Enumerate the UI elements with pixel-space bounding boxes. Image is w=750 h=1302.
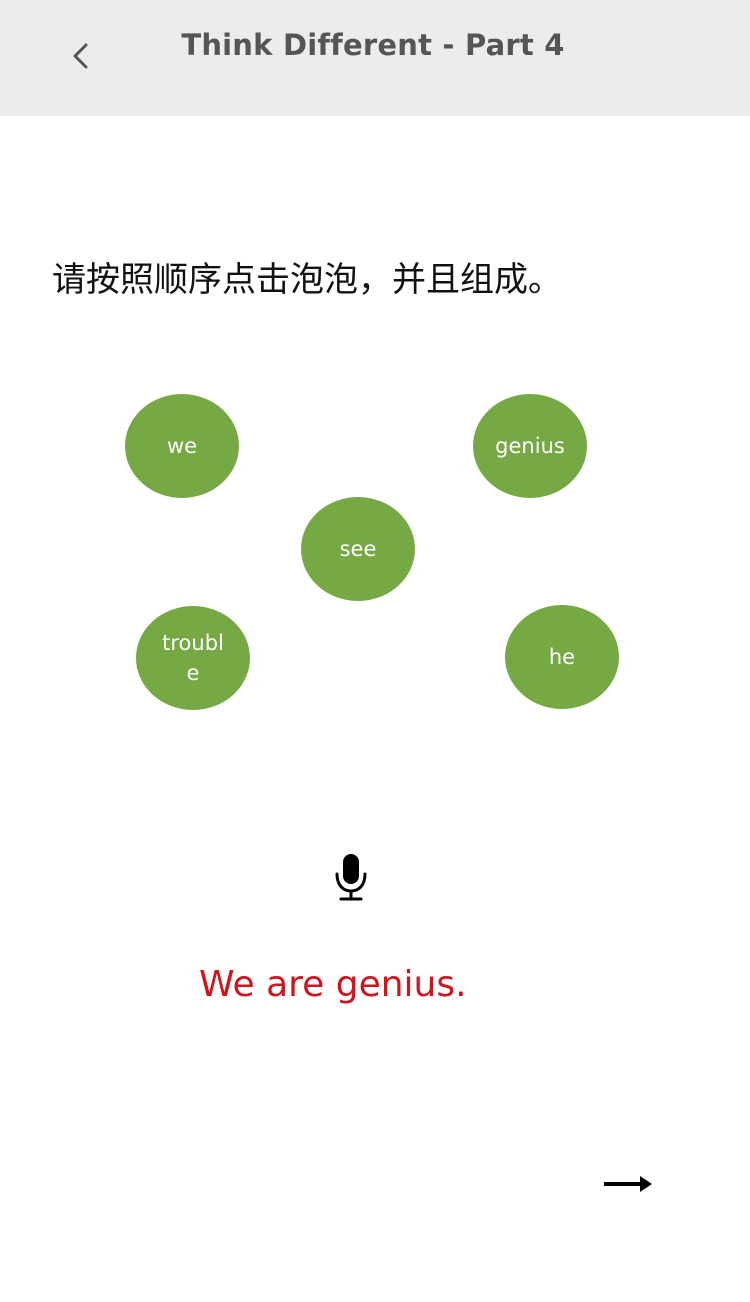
microphone-button[interactable]	[331, 852, 371, 904]
word-bubble-we[interactable]: we	[125, 394, 239, 498]
bubble-label: he	[548, 645, 576, 669]
bubble-label: genius	[495, 434, 565, 458]
word-bubble-trouble[interactable]: trouble	[136, 606, 250, 710]
word-bubble-genius[interactable]: genius	[473, 394, 587, 498]
word-bubble-he[interactable]: he	[505, 605, 619, 709]
arrow-right-icon	[604, 1176, 652, 1192]
instruction-text: 请按照顺序点击泡泡，并且组成。	[52, 260, 562, 300]
next-button[interactable]	[600, 1168, 656, 1200]
nav-bar: Think Different - Part 4	[0, 0, 750, 116]
answer-sentence: We are genius.	[199, 964, 467, 1005]
page-title: Think Different - Part 4	[181, 28, 565, 62]
bubble-label: see	[339, 537, 377, 561]
microphone-icon	[335, 854, 367, 901]
word-bubble-see[interactable]: see	[301, 497, 415, 601]
bubble-label: we	[166, 434, 198, 458]
bubble-label: trouble	[162, 631, 224, 685]
